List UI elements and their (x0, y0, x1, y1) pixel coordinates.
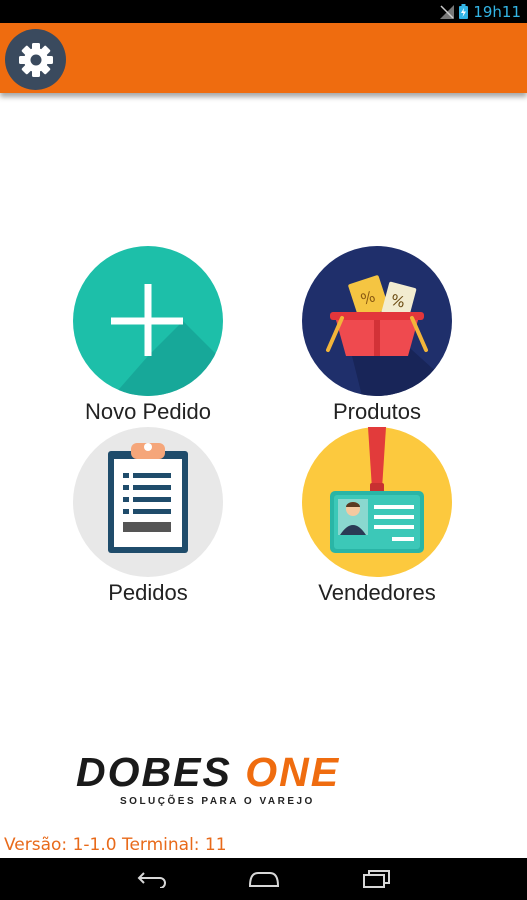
menu-novo-pedido[interactable]: Novo Pedido (48, 246, 248, 425)
status-time: 19h11 (473, 2, 521, 21)
menu-vendedores[interactable]: Vendedores (277, 427, 477, 606)
menu-pedidos[interactable]: Pedidos (48, 427, 248, 606)
menu-label-produtos: Produtos (332, 399, 422, 424)
battery-icon (459, 4, 469, 19)
recent-apps-icon (363, 870, 390, 888)
settings-button[interactable] (5, 29, 66, 90)
status-bar: 19h11 (0, 0, 527, 23)
back-button[interactable] (122, 864, 182, 894)
dobes-one-logo: DOBES ONE SOLUÇÕES PARA O VAREJO (76, 752, 448, 812)
pedidos-circle (73, 427, 223, 577)
status-icons: 19h11 (440, 2, 521, 21)
home-icon (248, 872, 280, 887)
navigation-bar (0, 858, 527, 900)
home-button[interactable] (234, 864, 294, 894)
clipboard-icon (108, 443, 188, 553)
badge-icon (330, 427, 424, 553)
app-header (0, 23, 527, 93)
menu-produtos[interactable]: % % Produtos (277, 246, 477, 425)
produtos-circle: % % (302, 246, 452, 396)
logo-text-dobes: DOBES (76, 749, 232, 795)
signal-icon (440, 4, 455, 19)
version-text: Versão: 1-1.0 Terminal: 11 (4, 835, 227, 855)
novo-pedido-circle (73, 246, 223, 396)
back-icon (137, 872, 166, 888)
plus-icon (111, 284, 223, 396)
basket-icon: % % (326, 275, 452, 396)
menu-label-vendedores: Vendedores (318, 580, 436, 605)
logo-tagline: SOLUÇÕES PARA O VAREJO (120, 796, 315, 807)
recent-apps-button[interactable] (347, 864, 407, 894)
vendedores-circle (302, 427, 452, 577)
menu-label-pedidos: Pedidos (108, 580, 188, 605)
gear-icon (18, 42, 53, 77)
logo-text-one: ONE (245, 749, 341, 795)
menu-label-novo-pedido: Novo Pedido (85, 399, 211, 424)
